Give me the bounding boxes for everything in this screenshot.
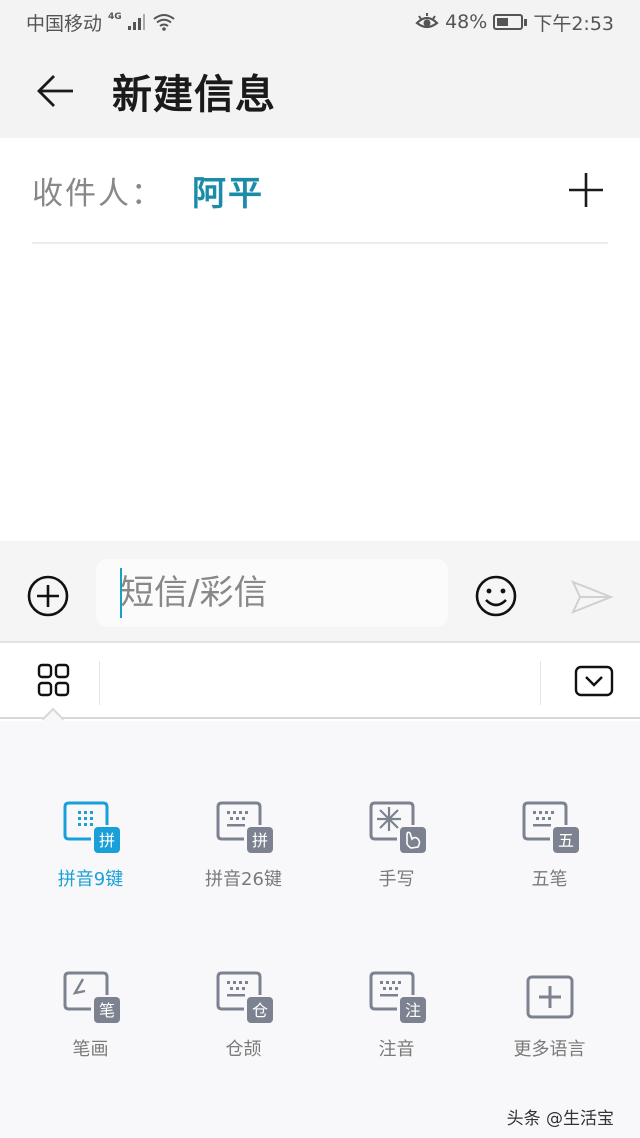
wifi-icon [153,14,175,31]
hide-keyboard-button[interactable] [574,665,614,699]
battery-icon [493,14,528,30]
ime-menu-button[interactable] [30,663,78,699]
text-caret [120,568,122,618]
ime-option-label: 手写 [378,869,415,890]
smiley-icon [475,575,517,617]
compose-bar [0,541,640,643]
signal-icon [127,14,145,30]
svg-text:五: 五 [557,831,573,850]
recipient-row: 收件人： 阿平 [32,138,608,244]
network-type: 4G [108,12,122,22]
keyboard-hide-icon [574,665,614,697]
status-bar: 中国移动 4G 48% 下午2:53 [0,0,640,44]
toolbar-divider [540,661,541,705]
message-input[interactable] [96,559,448,627]
app-header: 新建信息 [0,44,640,138]
ime-option[interactable]: 拼拼音9键 [14,801,167,971]
svg-text:拼: 拼 [98,831,114,850]
battery-percent: 48% [445,11,488,33]
ime-option[interactable]: 笔笔画 [14,971,167,1138]
svg-text:笔: 笔 [98,1001,114,1020]
keyboard-cangjie-icon: 仓 [214,971,274,1027]
send-button[interactable] [570,579,614,615]
status-left: 中国移动 4G [26,9,176,36]
ime-option-label: 笔画 [72,1039,109,1060]
ime-toolbar [0,643,640,719]
status-right: 48% 下午2:53 [415,9,614,36]
page-title: 新建信息 [112,72,276,118]
ime-option[interactable]: 手写 [320,801,473,971]
arrow-left-icon [37,75,73,107]
back-button[interactable] [26,61,86,121]
keyboard-zhuyin-icon: 注 [367,971,427,1027]
ime-option-label: 注音 [378,1039,415,1060]
ime-option-label: 五笔 [531,869,568,890]
svg-text:注: 注 [404,1001,420,1020]
toolbar-divider [99,661,100,705]
recipient-label: 收件人： [32,175,164,212]
battery-fill [497,18,509,26]
ime-option-label: 拼音26键 [205,869,282,890]
ime-option[interactable]: 仓仓颉 [167,971,320,1138]
plus-icon [569,173,603,207]
ime-option[interactable]: 五五笔 [473,801,626,971]
ime-option-label: 拼音9键 [57,869,124,890]
add-recipient-button[interactable] [564,168,608,212]
plus-circle-icon [27,575,69,617]
ime-option-label: 更多语言 [513,1039,586,1060]
ime-selection-panel: 拼拼音9键 拼拼音26键 手写 五五笔 笔笔画 仓仓颉 注注音 更多语言 [0,721,640,1138]
ime-options-grid: 拼拼音9键 拼拼音26键 手写 五五笔 笔笔画 仓仓颉 注注音 更多语言 [14,801,626,1138]
svg-text:仓: 仓 [251,1001,267,1020]
ime-option[interactable]: 注注音 [320,971,473,1138]
attach-button[interactable] [26,574,70,618]
keyboard-wubi-icon: 五 [520,801,580,857]
clock: 下午2:53 [533,12,614,35]
emoji-button[interactable] [474,574,518,618]
stroke-icon: 笔 [61,971,121,1027]
keyboard-26key-icon: 拼 [214,801,274,857]
watermark: 头条 @生活宝 [506,1109,614,1129]
grid-icon [37,663,70,697]
handwriting-icon [367,801,427,857]
send-icon [571,580,614,614]
recipient-name[interactable]: 阿平 [192,166,264,215]
more-languages-icon [520,971,580,1027]
carrier-name: 中国移动 [26,12,103,35]
ime-option[interactable]: 拼拼音26键 [167,801,320,971]
ime-option-label: 仓颉 [225,1039,262,1060]
svg-text:拼: 拼 [251,831,267,850]
eye-comfort-icon [415,13,439,29]
keyboard-9key-icon: 拼 [61,801,121,857]
